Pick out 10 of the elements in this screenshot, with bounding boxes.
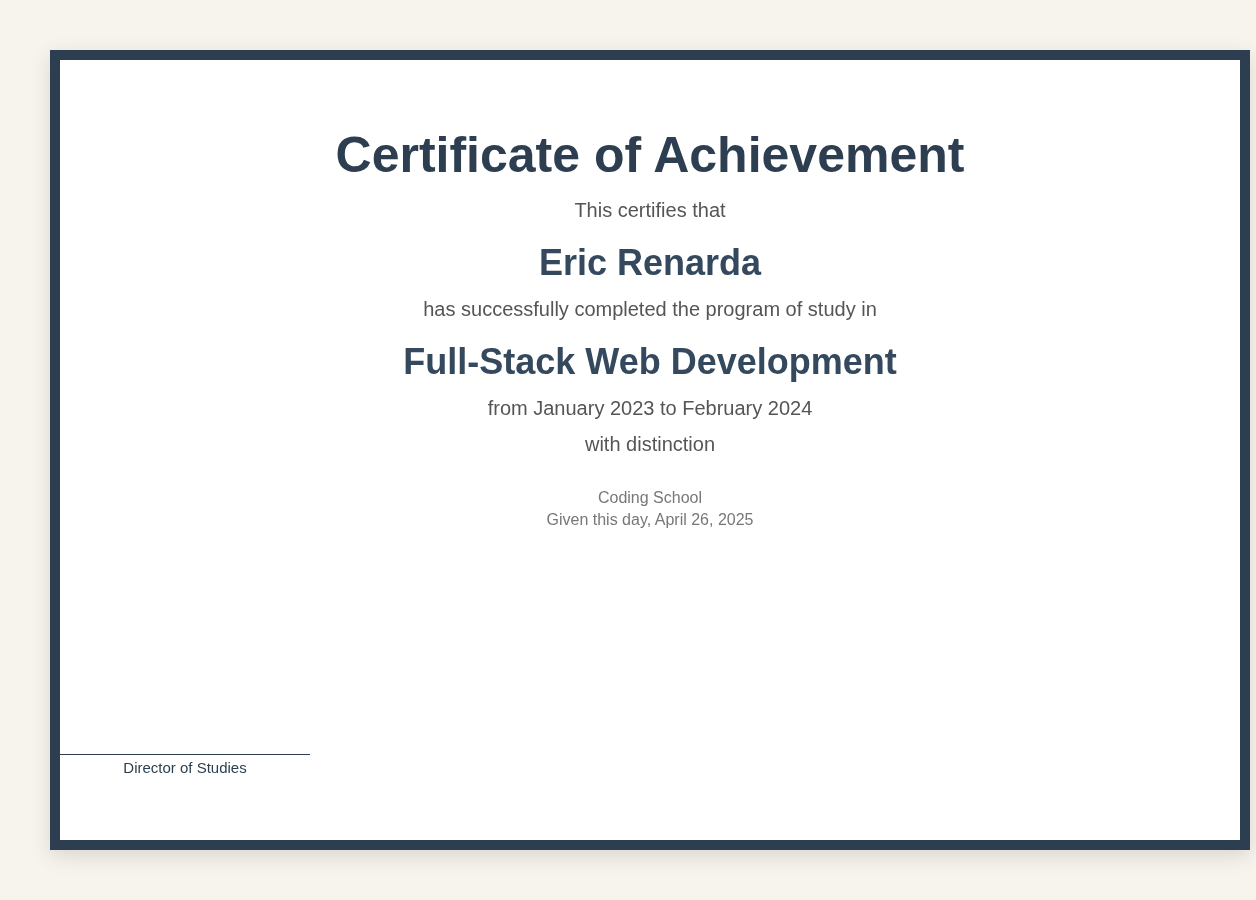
recipient-name: Eric Renarda [538, 241, 762, 285]
school-name: Coding School [597, 488, 703, 508]
period-text: from January 2023 to February 2024 [487, 396, 813, 420]
date-text: Given this day, April 26, 2025 [546, 510, 754, 530]
signature-line: Director of Studies [60, 754, 310, 777]
completion-text: has successfully completed the program of study in [423, 297, 877, 321]
certificate-title: Certificate of Achievement [335, 126, 965, 185]
intro-text: This certifies that [574, 198, 726, 222]
honor-text: with distinction [584, 432, 716, 456]
program-name: Full-Stack Web Development [403, 340, 897, 384]
